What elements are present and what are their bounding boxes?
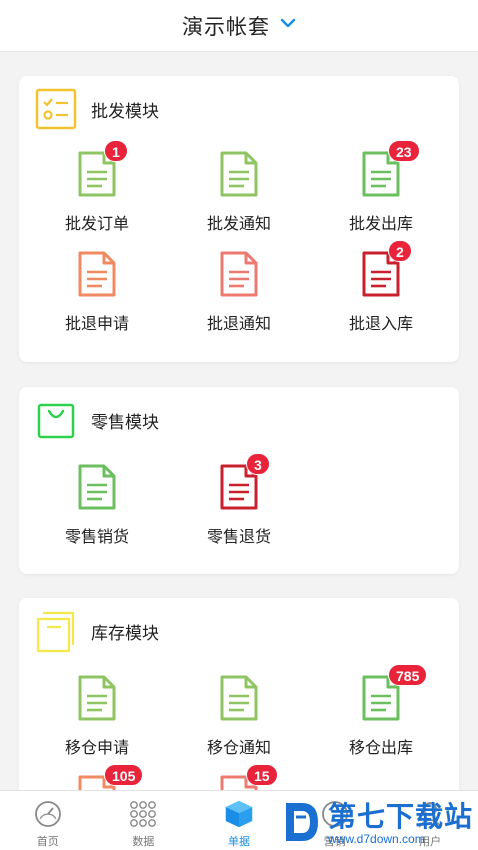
checklist-icon bbox=[35, 88, 77, 130]
item-label: 批退入库 bbox=[348, 316, 413, 333]
wholesale-return-notice-item[interactable]: 批退通知 bbox=[179, 250, 299, 340]
count-badge: 105 bbox=[104, 764, 144, 786]
document-icon: 1 bbox=[76, 140, 128, 198]
shopping-bag-icon bbox=[35, 399, 77, 441]
watermark: 第七下载站 www.d7down.com bbox=[282, 798, 478, 850]
item-label: 批发出库 bbox=[348, 216, 413, 233]
item-label: 批发通知 bbox=[206, 216, 271, 233]
tab-label: 单据 bbox=[227, 836, 250, 848]
header-bar: 演示帐套 bbox=[0, 0, 478, 52]
count-badge: 2 bbox=[388, 240, 412, 262]
item-label: 零售退货 bbox=[206, 529, 271, 546]
document-icon: 3 bbox=[218, 453, 270, 511]
document-icon bbox=[218, 250, 260, 298]
module-title: 库存模块 bbox=[91, 623, 159, 643]
document-icon bbox=[76, 674, 118, 722]
retail-module-card: 零售模块 零售销货 3 零售退货 bbox=[19, 387, 459, 574]
tab-label: 数据 bbox=[132, 836, 155, 848]
grid-dots-icon bbox=[128, 799, 158, 829]
wholesale-order-item[interactable]: 1 批发订单 bbox=[37, 140, 157, 240]
item-label: 移仓申请 bbox=[64, 740, 129, 757]
document-icon: 785 bbox=[360, 664, 428, 722]
chevron-down-icon[interactable] bbox=[280, 15, 296, 33]
count-badge: 15 bbox=[246, 764, 278, 786]
wholesale-module-card: 批发模块 1 批发订单 批发通知 23 批发出库 批退申请 批退通知 2 批退入… bbox=[19, 76, 459, 362]
cube-icon bbox=[224, 799, 254, 829]
transfer-notice-item[interactable]: 移仓通知 bbox=[179, 674, 299, 764]
speedometer-icon bbox=[33, 799, 63, 829]
document-icon: 23 bbox=[360, 140, 420, 198]
wholesale-return-request-item[interactable]: 批退申请 bbox=[37, 250, 157, 340]
document-icon bbox=[218, 150, 260, 198]
module-title: 批发模块 bbox=[91, 101, 159, 121]
count-badge: 785 bbox=[388, 664, 428, 686]
transfer-request-item[interactable]: 移仓申请 bbox=[37, 674, 157, 764]
tab-home[interactable]: 首页 bbox=[0, 791, 96, 850]
tab-documents[interactable]: 单据 bbox=[191, 791, 287, 850]
module-header: 零售模块 bbox=[35, 399, 159, 441]
document-icon bbox=[76, 250, 118, 298]
tab-label: 首页 bbox=[36, 836, 59, 848]
item-label: 零售销货 bbox=[64, 529, 129, 546]
watermark-url: www.d7down.com bbox=[328, 832, 425, 846]
item-label: 移仓通知 bbox=[206, 740, 271, 757]
module-title: 零售模块 bbox=[91, 412, 159, 432]
document-icon: 2 bbox=[360, 240, 412, 298]
transfer-outbound-item[interactable]: 785 移仓出库 bbox=[321, 664, 441, 764]
count-badge: 1 bbox=[104, 140, 128, 162]
wholesale-return-inbound-item[interactable]: 2 批退入库 bbox=[321, 240, 441, 340]
module-header: 库存模块 bbox=[35, 610, 159, 653]
document-icon bbox=[218, 674, 260, 722]
document-icon bbox=[76, 463, 118, 511]
item-label: 批发订单 bbox=[64, 216, 129, 233]
item-label: 移仓出库 bbox=[348, 740, 413, 757]
watermark-text: 第七下载站 bbox=[328, 801, 474, 832]
wholesale-outbound-item[interactable]: 23 批发出库 bbox=[321, 140, 441, 240]
warehouse-icon bbox=[35, 610, 77, 653]
item-label: 批退申请 bbox=[64, 316, 129, 333]
item-label: 批退通知 bbox=[206, 316, 271, 333]
count-badge: 23 bbox=[388, 140, 420, 162]
wholesale-notice-item[interactable]: 批发通知 bbox=[179, 150, 299, 240]
tab-data[interactable]: 数据 bbox=[96, 791, 192, 850]
watermark-logo-icon bbox=[282, 799, 322, 850]
retail-sale-item[interactable]: 零售销货 bbox=[37, 463, 157, 553]
count-badge: 3 bbox=[246, 453, 270, 475]
account-title[interactable]: 演示帐套 bbox=[182, 11, 270, 41]
module-header: 批发模块 bbox=[35, 88, 159, 130]
retail-return-item[interactable]: 3 零售退货 bbox=[179, 453, 299, 553]
